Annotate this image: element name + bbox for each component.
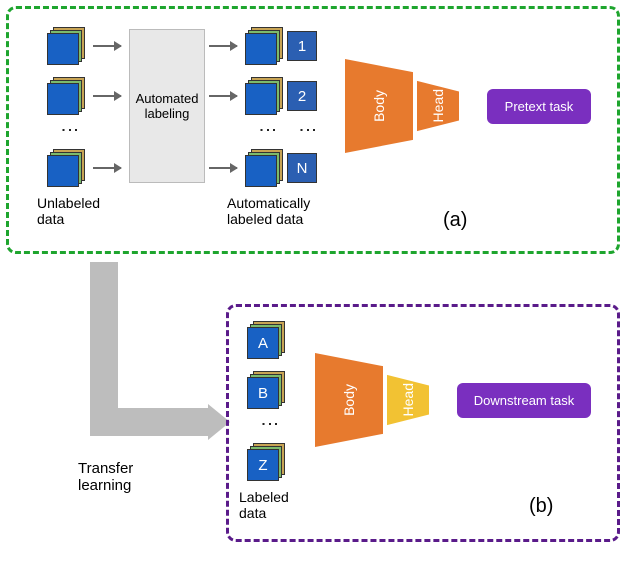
network-b: Body Head [315,353,429,447]
panel-a: ⋮ Unlabeled data Automated labeling 1 2 … [6,6,620,254]
automated-labeling-box: Automated labeling [129,29,205,183]
arrow-icon [209,95,237,97]
arrow-icon [209,45,237,47]
labeled-stack-2 [245,77,285,117]
body-trapezoid: Body [345,59,413,153]
card-front [47,155,79,187]
panel-a-tag: (a) [443,209,467,232]
labeled-caption-b: Labeled data [239,489,289,521]
card-front: Z [247,449,279,481]
body-label: Body [341,384,357,416]
pretext-task-box: Pretext task [487,89,591,124]
vdots-icon: ⋮ [297,121,319,141]
labeled-stack-1 [245,27,285,67]
arrow-icon [209,167,237,169]
unlabeled-stack-n [47,149,87,189]
head-label: Head [400,383,416,416]
card-front [245,33,277,65]
label-1: 1 [287,31,317,61]
downstream-task-box: Downstream task [457,383,591,418]
unlabeled-stack-2 [47,77,87,117]
vdots-icon: ⋮ [59,121,81,141]
vdots-icon: ⋮ [259,415,281,435]
elbow-vertical [90,262,118,432]
auto-labeled-caption: Automatically labeled data [227,195,310,227]
body-label: Body [371,90,387,122]
arrow-icon [93,95,121,97]
card-front [47,33,79,65]
unlabeled-caption: Unlabeled data [37,195,100,227]
vdots-icon: ⋮ [257,121,279,141]
card-front: B [247,377,279,409]
label-n: N [287,153,317,183]
transfer-label: Transfer learning [78,460,133,494]
unlabeled-stack-1 [47,27,87,67]
labeled-stack-a: A [247,321,287,361]
labeled-stack-b: B [247,371,287,411]
head-trapezoid: Head [417,73,459,139]
panel-b: A B ⋮ Z Labeled data Body Head Downstrea… [226,304,620,542]
arrow-icon [93,167,121,169]
arrow-icon [93,45,121,47]
head-label: Head [430,89,446,122]
card-front [245,83,277,115]
labeled-stack-n [245,149,285,189]
card-front [47,83,79,115]
elbow-horizontal [90,408,210,436]
network-a: Body Head [345,59,459,153]
head-trapezoid-yellow: Head [387,367,429,433]
labeled-stack-z: Z [247,443,287,483]
panel-b-tag: (b) [529,495,553,518]
body-trapezoid: Body [315,353,383,447]
card-front [245,155,277,187]
label-2: 2 [287,81,317,111]
card-front: A [247,327,279,359]
